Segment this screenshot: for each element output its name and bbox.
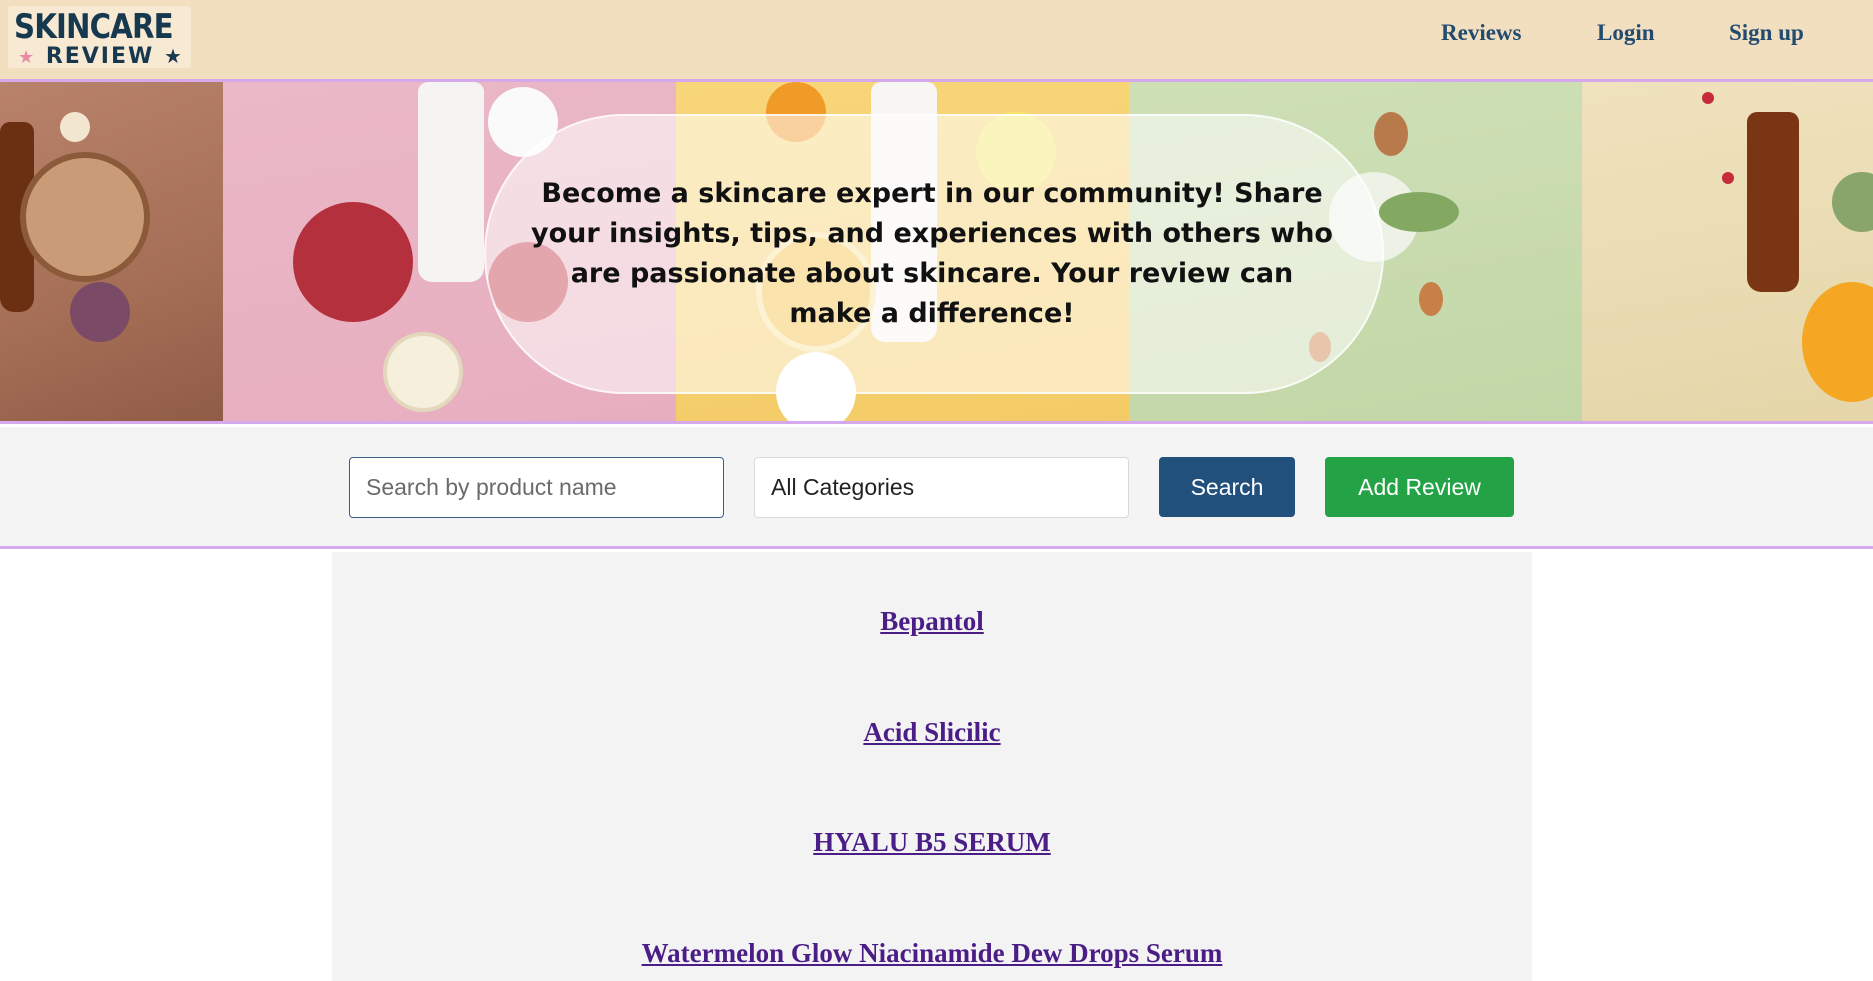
search-input[interactable] bbox=[349, 457, 724, 518]
banner-image-panel bbox=[0, 82, 223, 421]
product-list: Bepantol Acid Slicilic HYALU B5 SERUM Wa… bbox=[332, 552, 1532, 981]
oat-image bbox=[60, 112, 90, 142]
flower-image bbox=[70, 282, 130, 342]
almond-image bbox=[1419, 282, 1443, 316]
star-icon: ★ bbox=[163, 44, 184, 68]
hero-banner: Become a skincare expert in our communit… bbox=[0, 82, 1873, 424]
site-header: SKINCARE ★ REVIEW ★ Reviews Login Sign u… bbox=[0, 0, 1873, 82]
logo-subtitle: ★ REVIEW ★ bbox=[18, 44, 184, 70]
nav-reviews-link[interactable]: Reviews bbox=[1441, 20, 1521, 46]
orange-slice-image bbox=[1802, 282, 1873, 402]
category-select[interactable]: All Categories bbox=[754, 457, 1129, 518]
banner-message: Become a skincare expert in our communit… bbox=[531, 178, 1333, 329]
product-link-bepantol[interactable]: Bepantol bbox=[332, 606, 1532, 637]
search-button[interactable]: Search bbox=[1159, 457, 1295, 517]
product-link-acid-slicilic[interactable]: Acid Slicilic bbox=[332, 717, 1532, 748]
herb-powder-image bbox=[1832, 172, 1873, 232]
logo-subtitle-text: REVIEW bbox=[45, 44, 155, 69]
almond-image bbox=[1374, 112, 1408, 156]
star-icon: ★ bbox=[18, 47, 37, 68]
logo-title: SKINCARE bbox=[14, 7, 174, 47]
serum-bottle-image bbox=[1747, 112, 1799, 292]
add-review-button[interactable]: Add Review bbox=[1325, 457, 1514, 517]
site-logo[interactable]: SKINCARE ★ REVIEW ★ bbox=[8, 6, 191, 70]
nav-signup-link[interactable]: Sign up bbox=[1729, 20, 1804, 46]
pomegranate-image bbox=[293, 202, 413, 322]
cream-jar-image bbox=[383, 332, 463, 412]
bottle-image bbox=[418, 82, 484, 282]
bowl-image bbox=[20, 152, 150, 282]
product-link-watermelon-glow[interactable]: Watermelon Glow Niacinamide Dew Drops Se… bbox=[332, 938, 1532, 969]
product-link-hyalu-b5-serum[interactable]: HYALU B5 SERUM bbox=[332, 827, 1532, 858]
nav-login-link[interactable]: Login bbox=[1597, 20, 1655, 46]
banner-image-panel bbox=[1582, 82, 1873, 421]
berry-image bbox=[1722, 172, 1734, 184]
leaf-image bbox=[1379, 192, 1459, 232]
search-toolbar: All Categories Search Add Review bbox=[0, 427, 1873, 549]
berry-image bbox=[1702, 92, 1714, 104]
